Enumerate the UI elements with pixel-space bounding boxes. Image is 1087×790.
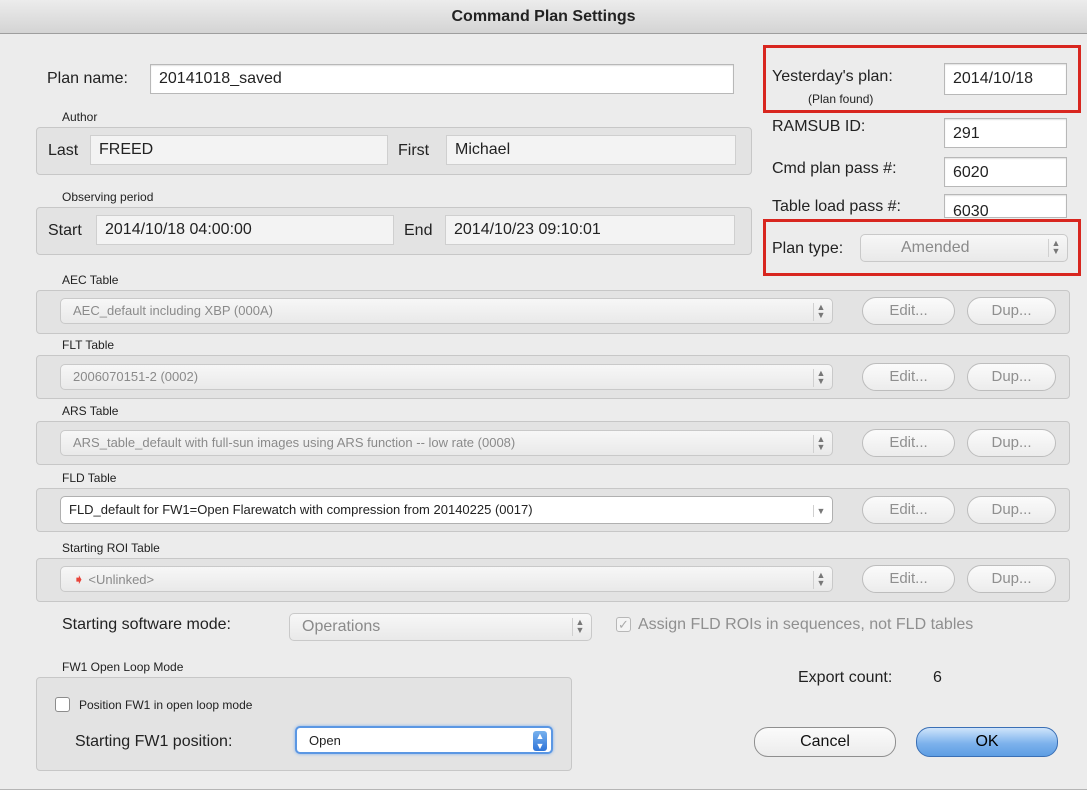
software-mode-value: Operations bbox=[302, 618, 381, 635]
fw1-open-loop-checkbox[interactable] bbox=[55, 697, 70, 712]
ars-table-value: ARS_table_default with full-sun images u… bbox=[73, 435, 516, 450]
unlinked-arrow-icon: ➧ bbox=[73, 571, 85, 587]
chevron-updown-icon: ▲ ▼ bbox=[813, 369, 828, 387]
author-group: Last FREED First Michael bbox=[36, 127, 752, 175]
ars-dup-button[interactable]: Dup... bbox=[967, 429, 1056, 457]
fld-table-value: FLD_default for FW1=Open Flarewatch with… bbox=[69, 502, 533, 517]
fw1-position-value: Open bbox=[309, 733, 341, 748]
table-load-pass-label: Table load pass #: bbox=[772, 198, 901, 215]
chevron-updown-icon: ▲ ▼ bbox=[813, 435, 828, 453]
flt-edit-button[interactable]: Edit... bbox=[862, 363, 955, 391]
assign-fld-checkbox[interactable]: ✓ bbox=[616, 617, 631, 632]
observing-period-group: Start 2014/10/18 04:00:00 End 2014/10/23… bbox=[36, 207, 752, 255]
ars-table-label: ARS Table bbox=[62, 404, 119, 418]
fw1-position-label: Starting FW1 position: bbox=[75, 733, 233, 750]
last-name-label: Last bbox=[48, 142, 79, 159]
cmd-plan-pass-label: Cmd plan pass #: bbox=[772, 160, 897, 177]
observing-period-label: Observing period bbox=[62, 190, 154, 204]
plan-type-highlight bbox=[763, 219, 1081, 276]
aec-table-label: AEC Table bbox=[62, 273, 119, 287]
aec-dup-button[interactable]: Dup... bbox=[967, 297, 1056, 325]
table-load-pass-field[interactable]: 6030 bbox=[944, 194, 1067, 218]
flt-table-popup[interactable]: 2006070151-2 (0002) ▲ ▼ bbox=[60, 364, 833, 390]
software-mode-popup[interactable]: Operations ▲ ▼ bbox=[289, 613, 592, 641]
fld-edit-button[interactable]: Edit... bbox=[862, 496, 955, 524]
aec-edit-button[interactable]: Edit... bbox=[862, 297, 955, 325]
flt-dup-button[interactable]: Dup... bbox=[967, 363, 1056, 391]
fld-table-label: FLD Table bbox=[62, 471, 117, 485]
roi-table-label: Starting ROI Table bbox=[62, 541, 160, 555]
chevron-updown-icon: ▲ ▼ bbox=[813, 303, 828, 321]
start-label: Start bbox=[48, 222, 82, 239]
yesterdays-plan-highlight bbox=[763, 45, 1081, 113]
start-field[interactable]: 2014/10/18 04:00:00 bbox=[96, 215, 394, 245]
aec-table-value: AEC_default including XBP (000A) bbox=[73, 303, 273, 318]
first-name-label: First bbox=[398, 142, 430, 159]
roi-table-value: <Unlinked> bbox=[88, 572, 155, 587]
cmd-plan-pass-field[interactable]: 6020 bbox=[944, 157, 1067, 187]
command-plan-settings-dialog: Command Plan Settings Plan name: 2014101… bbox=[0, 0, 1087, 790]
ars-table-popup[interactable]: ARS_table_default with full-sun images u… bbox=[60, 430, 833, 456]
export-count-value: 6 bbox=[933, 669, 942, 686]
ars-edit-button[interactable]: Edit... bbox=[862, 429, 955, 457]
plan-name-field[interactable]: 20141018_saved bbox=[150, 64, 734, 94]
plan-name-label: Plan name: bbox=[47, 70, 128, 87]
software-mode-label: Starting software mode: bbox=[62, 616, 231, 633]
fld-table-combo[interactable]: FLD_default for FW1=Open Flarewatch with… bbox=[60, 496, 833, 524]
fw1-open-loop-label: Position FW1 in open loop mode bbox=[79, 698, 253, 712]
flt-table-value: 2006070151-2 (0002) bbox=[73, 369, 199, 384]
assign-fld-label: Assign FLD ROIs in sequences, not FLD ta… bbox=[638, 616, 974, 633]
end-label: End bbox=[404, 222, 433, 239]
ok-button[interactable]: OK bbox=[916, 727, 1058, 757]
chevron-updown-icon: ▲ ▼ bbox=[572, 618, 587, 636]
fw1-position-popup[interactable]: Open ▲ ▼ bbox=[295, 726, 553, 754]
last-name-field[interactable]: FREED bbox=[90, 135, 388, 165]
roi-dup-button[interactable]: Dup... bbox=[967, 565, 1056, 593]
window-title: Command Plan Settings bbox=[0, 0, 1087, 34]
first-name-field[interactable]: Michael bbox=[446, 135, 736, 165]
roi-edit-button[interactable]: Edit... bbox=[862, 565, 955, 593]
aec-table-popup[interactable]: AEC_default including XBP (000A) ▲ ▼ bbox=[60, 298, 833, 324]
roi-table-popup[interactable]: ➧ <Unlinked> ▲ ▼ bbox=[60, 566, 833, 592]
chevron-down-icon: ▼ bbox=[813, 505, 828, 517]
ramsub-id-label: RAMSUB ID: bbox=[772, 118, 866, 135]
export-count-label: Export count: bbox=[798, 669, 893, 686]
ramsub-id-field[interactable]: 291 bbox=[944, 118, 1067, 148]
fld-dup-button[interactable]: Dup... bbox=[967, 496, 1056, 524]
chevron-updown-icon: ▲ ▼ bbox=[533, 731, 547, 751]
flt-table-label: FLT Table bbox=[62, 338, 115, 352]
author-group-label: Author bbox=[62, 110, 98, 124]
cancel-button[interactable]: Cancel bbox=[754, 727, 896, 757]
fw1-group: Position FW1 in open loop mode Starting … bbox=[36, 677, 572, 771]
end-field[interactable]: 2014/10/23 09:10:01 bbox=[445, 215, 735, 245]
fw1-group-label: FW1 Open Loop Mode bbox=[62, 660, 184, 674]
chevron-updown-icon: ▲ ▼ bbox=[813, 571, 828, 589]
